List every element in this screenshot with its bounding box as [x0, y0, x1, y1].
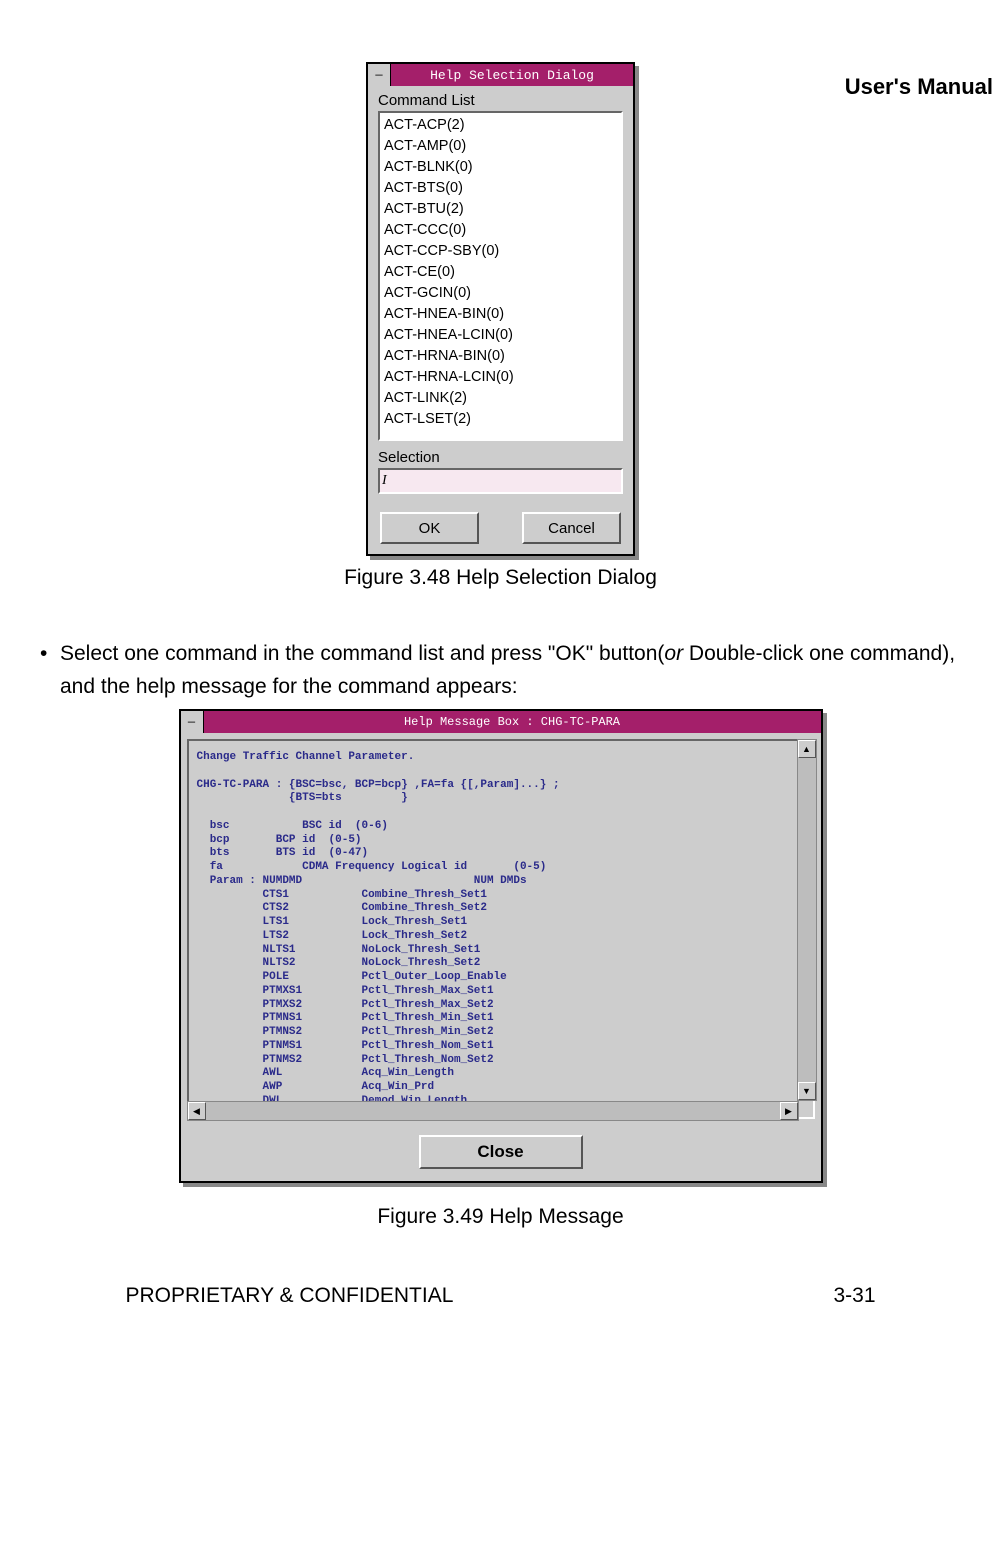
list-item[interactable]: ACT-LINK(2) [384, 388, 617, 409]
horizontal-scrollbar[interactable]: ◀ ▶ [187, 1101, 799, 1121]
list-item[interactable]: ACT-CCC(0) [384, 220, 617, 241]
scroll-down-icon[interactable]: ▼ [798, 1082, 816, 1100]
list-item[interactable]: ACT-BLNK(0) [384, 157, 617, 178]
system-menu-icon[interactable]: — [368, 64, 391, 86]
footer-left: PROPRIETARY & CONFIDENTIAL [126, 1284, 454, 1307]
ok-button[interactable]: OK [380, 512, 479, 544]
help-message-area: Change Traffic Channel Parameter. CHG-TC… [187, 739, 815, 1119]
vertical-scrollbar[interactable]: ▲ ▼ [797, 739, 817, 1101]
list-item[interactable]: ACT-CE(0) [384, 262, 617, 283]
dialog1-title: Help Selection Dialog [391, 68, 633, 83]
command-list-label: Command List [378, 92, 623, 109]
selection-input[interactable] [378, 468, 623, 494]
figure-caption-1: Figure 3.48 Help Selection Dialog [0, 566, 1001, 590]
bullet-icon: • [40, 638, 60, 703]
list-item[interactable]: ACT-HRNA-BIN(0) [384, 346, 617, 367]
instruction-bullet: • Select one command in the command list… [40, 638, 961, 703]
page-header-right: User's Manual [845, 74, 993, 100]
list-item[interactable]: ACT-HNEA-BIN(0) [384, 304, 617, 325]
instruction-text-italic: or [664, 642, 683, 665]
list-item[interactable]: ACT-HRNA-LCIN(0) [384, 367, 617, 388]
list-item[interactable]: ACT-ACP(2) [384, 115, 617, 136]
list-item[interactable]: ACT-BTS(0) [384, 178, 617, 199]
list-item[interactable]: ACT-CCP-SBY(0) [384, 241, 617, 262]
scroll-right-icon[interactable]: ▶ [780, 1102, 798, 1120]
list-item[interactable]: ACT-LSET(2) [384, 409, 617, 430]
page-footer: PROPRIETARY & CONFIDENTIAL 3-31 [0, 1284, 1001, 1308]
help-message-dialog: — Help Message Box : CHG-TC-PARA Change … [179, 709, 823, 1183]
close-button[interactable]: Close [419, 1135, 583, 1169]
figure-caption-2: Figure 3.49 Help Message [0, 1205, 1001, 1229]
command-list[interactable]: ACT-ACP(2) ACT-AMP(0) ACT-BLNK(0) ACT-BT… [378, 111, 623, 441]
list-item[interactable]: ACT-HNEA-LCIN(0) [384, 325, 617, 346]
list-item[interactable]: ACT-AMP(0) [384, 136, 617, 157]
system-menu-icon[interactable]: — [181, 711, 204, 733]
dialog2-titlebar[interactable]: — Help Message Box : CHG-TC-PARA [181, 711, 821, 733]
help-message-text: Change Traffic Channel Parameter. CHG-TC… [197, 751, 809, 1119]
selection-label: Selection [378, 449, 623, 466]
list-item[interactable]: ACT-GCIN(0) [384, 283, 617, 304]
list-item[interactable]: ACT-BTU(2) [384, 199, 617, 220]
instruction-text-pre: Select one command in the command list a… [60, 642, 664, 665]
scroll-left-icon[interactable]: ◀ [188, 1102, 206, 1120]
dialog1-titlebar[interactable]: — Help Selection Dialog [368, 64, 633, 86]
dialog2-title: Help Message Box : CHG-TC-PARA [204, 715, 821, 729]
cancel-button[interactable]: Cancel [522, 512, 621, 544]
scroll-up-icon[interactable]: ▲ [798, 740, 816, 758]
help-selection-dialog: — Help Selection Dialog Command List ACT… [366, 62, 635, 556]
footer-page-number: 3-31 [833, 1284, 875, 1308]
